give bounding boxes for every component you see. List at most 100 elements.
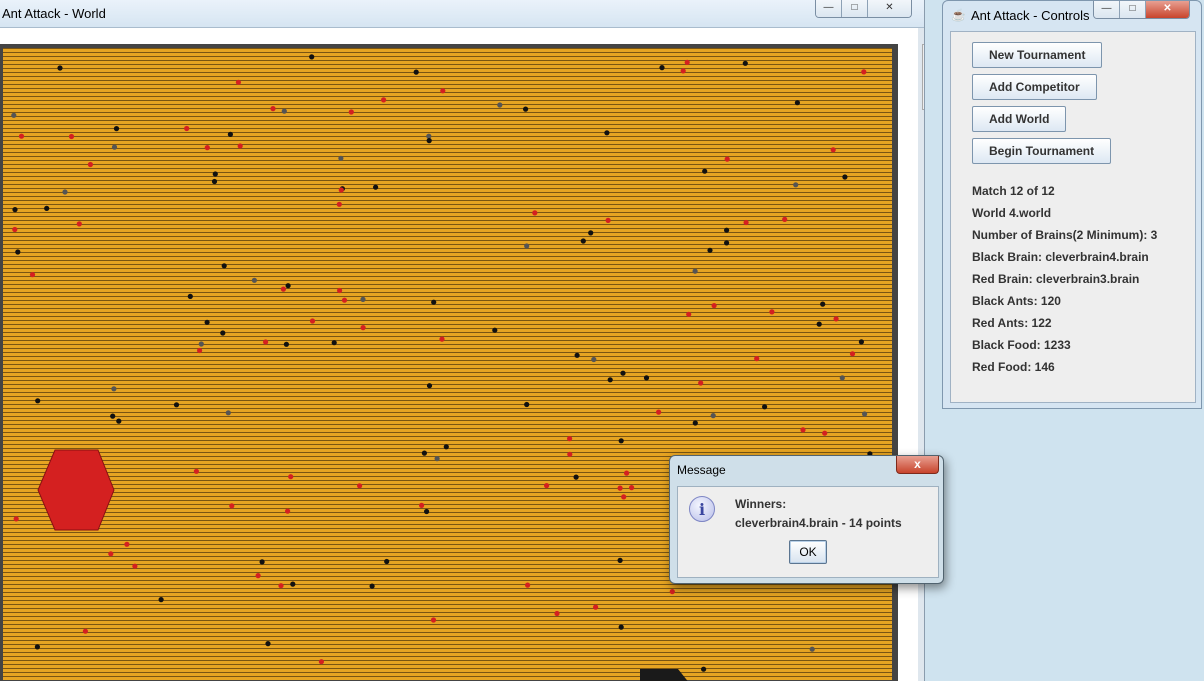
ant-marker <box>116 418 122 424</box>
ant-marker <box>29 272 36 278</box>
ant-marker <box>337 287 343 294</box>
ant-marker <box>629 485 635 491</box>
ant-marker <box>204 145 210 151</box>
ant-marker <box>318 659 324 665</box>
ant-marker <box>357 483 363 489</box>
ant-marker <box>373 184 379 190</box>
message-dialog: Message x i Winners: cleverbrain4.brain … <box>669 455 944 584</box>
controls-titlebar[interactable]: ☕ Ant Attack - Controls — □ ✕ <box>943 1 1201 29</box>
begin-tournament-button[interactable]: Begin Tournament <box>972 138 1112 164</box>
close-icon[interactable]: ✕ <box>1146 1 1189 18</box>
ant-marker <box>34 644 41 650</box>
ant-marker <box>524 243 530 249</box>
ant-marker <box>193 468 199 474</box>
ant-marker <box>580 238 586 244</box>
minimize-icon[interactable]: — <box>1094 1 1120 18</box>
close-icon[interactable]: x <box>896 456 939 474</box>
ant-marker <box>197 347 203 354</box>
ant-marker <box>309 54 315 60</box>
new-tournament-button[interactable]: New Tournament <box>972 42 1103 68</box>
ant-marker <box>618 438 624 444</box>
ant-marker <box>724 227 730 233</box>
rock-border-top <box>0 44 898 48</box>
ant-marker <box>251 277 257 283</box>
ant-marker <box>820 301 826 307</box>
ant-marker <box>492 327 498 333</box>
red-brain-label: Red Brain: cleverbrain3.brain <box>972 272 1140 286</box>
ant-marker <box>220 330 226 336</box>
add-competitor-button[interactable]: Add Competitor <box>972 74 1097 100</box>
ant-marker <box>124 541 130 547</box>
ant-marker <box>288 474 294 480</box>
ant-marker <box>861 69 867 75</box>
winners-label: Winners: <box>735 497 787 511</box>
minimize-icon[interactable]: — <box>816 0 842 17</box>
ant-marker <box>588 230 594 236</box>
ant-marker <box>281 108 287 114</box>
close-icon[interactable]: ✕ <box>868 0 911 17</box>
ant-marker <box>842 174 848 180</box>
ant-marker <box>285 283 291 289</box>
ant-marker <box>173 402 180 408</box>
ant-marker <box>57 65 63 71</box>
ant-marker <box>620 370 626 376</box>
ant-marker <box>360 296 366 302</box>
ant-marker <box>684 59 690 65</box>
match-label: Match 12 of 12 <box>972 184 1055 198</box>
ant-marker <box>800 427 806 433</box>
ant-marker <box>686 311 692 317</box>
ant-marker <box>11 112 17 118</box>
ant-marker <box>12 226 18 233</box>
ant-marker <box>211 178 218 185</box>
ant-marker <box>237 143 243 149</box>
ant-marker <box>692 420 698 426</box>
ant-marker <box>309 318 316 324</box>
ant-marker <box>544 483 550 489</box>
ant-marker <box>643 375 650 381</box>
ant-marker <box>430 617 437 623</box>
ant-marker <box>278 583 284 589</box>
ant-marker <box>110 413 116 419</box>
ant-marker <box>574 352 580 358</box>
ant-marker <box>338 187 344 193</box>
ant-marker <box>816 321 822 327</box>
ant-marker <box>794 100 801 106</box>
winner-result: cleverbrain4.brain - 14 points <box>735 516 902 530</box>
black-food-label: Black Food: 1233 <box>972 338 1071 352</box>
ant-marker <box>782 216 788 222</box>
world-window-controls: — □ ✕ <box>815 0 912 18</box>
world-titlebar[interactable]: Ant Attack - World — □ ✕ <box>0 0 924 28</box>
ant-marker <box>497 102 503 108</box>
ant-marker <box>212 171 218 177</box>
ant-marker <box>35 398 41 404</box>
ant-marker <box>656 409 662 415</box>
ant-marker <box>113 126 120 132</box>
ant-marker <box>624 470 630 476</box>
ant-marker <box>830 147 836 153</box>
add-world-button[interactable]: Add World <box>972 106 1067 132</box>
color-swatch <box>924 46 925 64</box>
ant-marker <box>336 201 342 207</box>
ant-marker <box>132 563 138 569</box>
color-swatch <box>924 68 925 86</box>
rock-border-left <box>0 44 3 681</box>
ant-marker <box>532 210 538 216</box>
maximize-icon[interactable]: □ <box>842 0 868 17</box>
ant-marker <box>360 325 366 331</box>
ant-marker <box>235 79 241 85</box>
red-anthill <box>37 449 115 531</box>
ant-marker <box>270 106 276 112</box>
maximize-icon[interactable]: □ <box>1120 1 1146 18</box>
ant-marker <box>618 624 624 630</box>
ant-marker <box>221 263 227 269</box>
ant-marker <box>525 582 531 588</box>
ant-marker <box>431 299 437 305</box>
ant-marker <box>68 133 75 140</box>
ant-marker <box>523 106 529 112</box>
ant-marker <box>426 133 432 139</box>
ant-marker <box>809 646 815 652</box>
ant-marker <box>158 597 164 603</box>
black-anthill <box>640 669 688 681</box>
ok-button[interactable]: OK <box>789 540 827 564</box>
ant-marker <box>265 641 271 647</box>
